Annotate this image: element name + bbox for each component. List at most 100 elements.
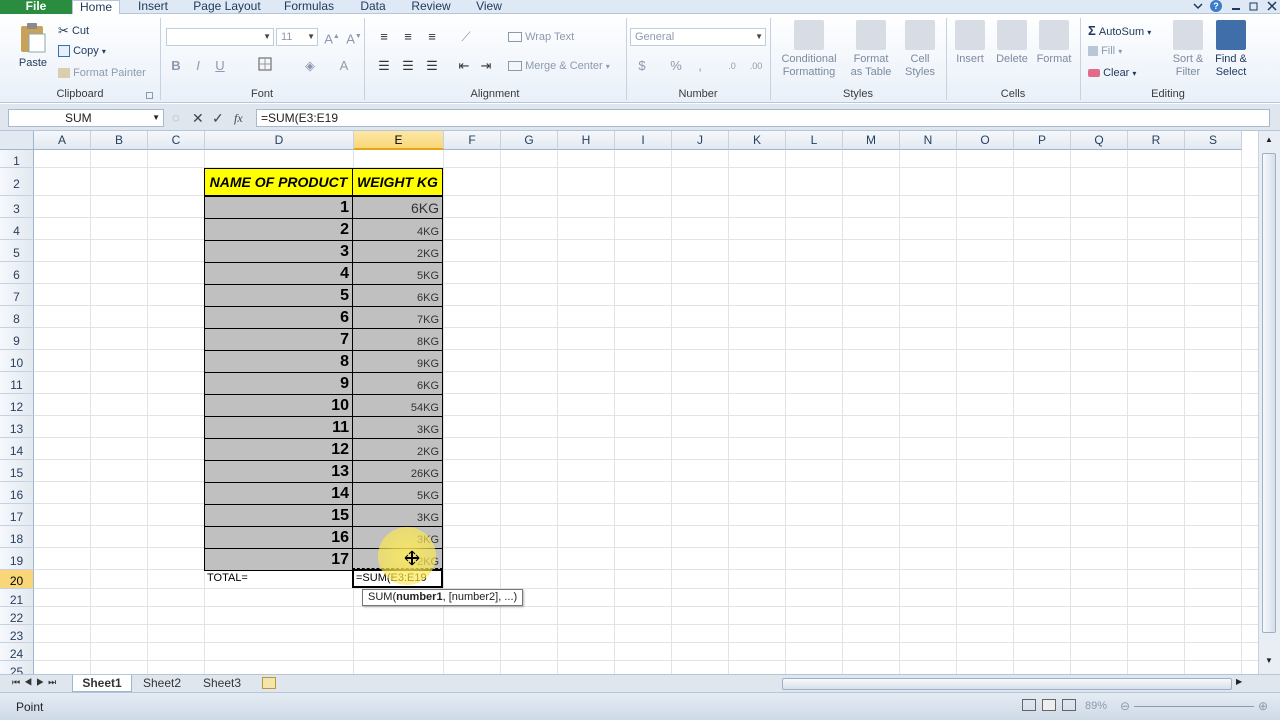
cell-e6-weight[interactable]: 5KG [352,262,443,285]
column-header-b[interactable]: B [91,131,148,150]
merge-center-button[interactable]: Merge & Center ▾ [508,60,610,72]
italic-button[interactable]: I [188,57,208,75]
sheet-tab-1[interactable]: Sheet1 [72,675,132,692]
decrease-indent-icon[interactable]: ⇤ [454,57,474,75]
page-layout-view-icon[interactable] [1042,699,1056,711]
row-header-10[interactable]: 10 [0,350,34,372]
zoom-slider[interactable] [1134,706,1254,707]
cell-d13-product[interactable]: 11 [204,416,353,439]
sort-filter-button[interactable]: Sort & Filter [1166,20,1210,79]
sheet-tab-2[interactable]: Sheet2 [134,675,190,692]
currency-icon[interactable]: $ [632,57,652,75]
row-header-18[interactable]: 18 [0,526,34,548]
cell-d10-product[interactable]: 8 [204,350,353,373]
align-bottom-icon[interactable]: ≡ [422,28,442,46]
dialog-launcher-icon[interactable] [146,92,153,99]
cell-e13-weight[interactable]: 3KG [352,416,443,439]
row-header-20[interactable]: 20 [0,570,34,589]
zoom-out-icon[interactable]: ⊖ [1120,699,1130,713]
shrink-font-icon[interactable]: A▼ [344,28,364,46]
row-header-15[interactable]: 15 [0,460,34,482]
row-header-19[interactable]: 19 [0,548,34,570]
row-header-1[interactable]: 1 [0,150,34,168]
window-restore-icon[interactable] [1248,0,1260,12]
row-header-11[interactable]: 11 [0,372,34,394]
cell-e5-weight[interactable]: 2KG [352,240,443,263]
cell-e10-weight[interactable]: 9KG [352,350,443,373]
column-header-i[interactable]: I [615,131,672,150]
cell-d16-product[interactable]: 14 [204,482,353,505]
help-icon[interactable]: ? [1210,0,1222,12]
column-header-r[interactable]: R [1128,131,1185,150]
cell-e11-weight[interactable]: 6KG [352,372,443,395]
font-size-combo[interactable]: 11 ▼ [276,28,318,46]
cell-d14-product[interactable]: 12 [204,438,353,461]
cell-d7-product[interactable]: 5 [204,284,353,307]
cell-e3-weight[interactable]: 6KG [352,196,443,219]
row-header-3[interactable]: 3 [0,196,34,218]
zoom-in-icon[interactable]: ⊕ [1258,699,1268,713]
name-box[interactable]: SUM ▼ [8,109,164,127]
tab-formulas[interactable]: Formulas [278,0,340,14]
cell-e2-header[interactable]: WEIGHT KG [352,168,443,196]
increase-decimal-icon[interactable]: .0 [722,57,742,75]
cell-d5-product[interactable]: 3 [204,240,353,263]
decrease-decimal-icon[interactable]: .00 [746,57,766,75]
column-header-c[interactable]: C [148,131,205,150]
increase-indent-icon[interactable]: ⇥ [476,57,496,75]
row-header-6[interactable]: 6 [0,262,34,284]
cell-d18-product[interactable]: 16 [204,526,353,549]
tab-review[interactable]: Review [404,0,458,14]
wrap-text-button[interactable]: Wrap Text [508,31,574,43]
column-header-h[interactable]: H [558,131,615,150]
column-header-o[interactable]: O [957,131,1014,150]
row-header-2[interactable]: 2 [0,168,34,196]
tab-data[interactable]: Data [352,0,394,14]
formula-input[interactable]: =SUM(E3:E19 [256,109,1270,127]
align-left-icon[interactable]: ☰ [374,57,394,75]
row-header-5[interactable]: 5 [0,240,34,262]
horizontal-scroll-thumb[interactable] [782,678,1232,690]
row-header-9[interactable]: 9 [0,328,34,350]
insert-sheet-icon[interactable] [262,677,276,689]
cell-styles-button[interactable]: Cell Styles [898,20,942,79]
tab-home[interactable]: Home [72,0,120,15]
align-top-icon[interactable]: ≡ [374,28,394,46]
underline-button[interactable]: U [210,57,230,75]
row-header-17[interactable]: 17 [0,504,34,526]
cell-e7-weight[interactable]: 6KG [352,284,443,307]
column-header-s[interactable]: S [1185,131,1242,150]
cell-d9-product[interactable]: 7 [204,328,353,351]
cell-d19-product[interactable]: 17 [204,548,353,571]
row-header-22[interactable]: 22 [0,607,34,625]
format-painter-button[interactable]: Format Painter [58,67,146,79]
orientation-icon[interactable]: ⟋ [456,28,476,46]
name-box-dropdown-icon[interactable]: ▼ [152,110,160,126]
minimize-ribbon-icon[interactable] [1192,0,1204,12]
borders-icon[interactable] [255,57,275,75]
sheet-nav-icon[interactable]: ⏮◀▶⏭ [12,677,60,688]
cell-e15-weight[interactable]: 26KG [352,460,443,483]
fill-color-icon[interactable]: ◈ [300,57,320,75]
column-header-d[interactable]: D [205,131,354,150]
cell-d4-product[interactable]: 2 [204,218,353,241]
select-all-corner[interactable] [0,131,34,150]
cell-d2-header[interactable]: NAME OF PRODUCT [204,168,353,196]
autosum-button[interactable]: Σ AutoSum ▾ [1088,23,1151,38]
format-cells-button[interactable]: Format [1034,20,1074,66]
normal-view-icon[interactable] [1022,699,1036,711]
row-header-14[interactable]: 14 [0,438,34,460]
tab-view[interactable]: View [468,0,510,14]
cell-d3-product[interactable]: 1 [204,196,353,219]
column-header-p[interactable]: P [1014,131,1071,150]
tab-insert[interactable]: Insert [128,0,178,14]
cell-d8-product[interactable]: 6 [204,306,353,329]
cell-d6-product[interactable]: 4 [204,262,353,285]
scroll-down-icon[interactable]: ▼ [1262,656,1276,668]
column-header-f[interactable]: F [444,131,501,150]
insert-cells-button[interactable]: Insert [950,20,990,66]
column-header-n[interactable]: N [900,131,957,150]
format-as-table-button[interactable]: Format as Table [846,20,896,79]
align-middle-icon[interactable]: ≡ [398,28,418,46]
column-header-j[interactable]: J [672,131,729,150]
